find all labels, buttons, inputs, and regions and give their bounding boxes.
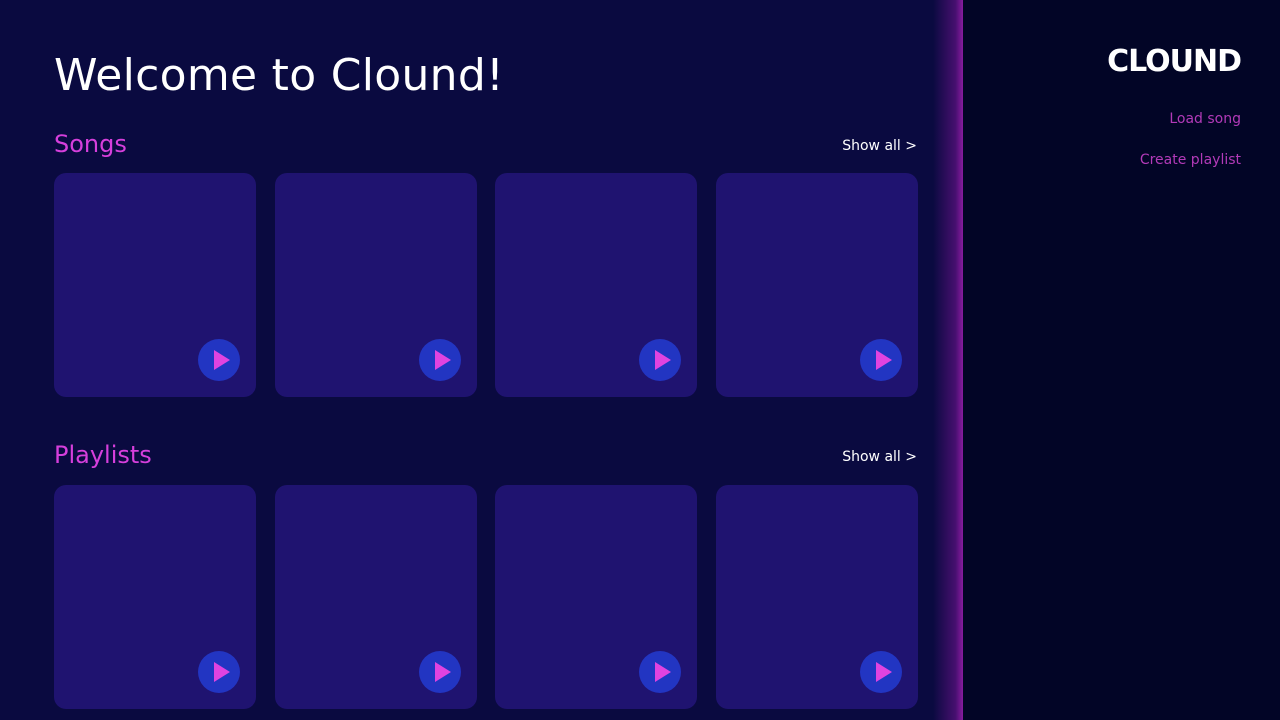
playlist-card[interactable] <box>495 485 697 709</box>
play-icon[interactable] <box>639 339 681 381</box>
section-title-songs: Songs <box>54 130 127 158</box>
songs-show-all-link[interactable]: Show all > <box>842 138 917 154</box>
song-card[interactable] <box>275 173 477 397</box>
play-icon[interactable] <box>419 651 461 693</box>
play-icon[interactable] <box>860 339 902 381</box>
load-song-link[interactable]: Load song <box>1169 111 1241 127</box>
page-title: Welcome to Clound! <box>54 50 505 101</box>
playlist-card[interactable] <box>275 485 477 709</box>
main-content: Welcome to Clound! Songs Show all > Play… <box>0 0 963 720</box>
play-icon[interactable] <box>419 339 461 381</box>
play-icon[interactable] <box>860 651 902 693</box>
play-icon[interactable] <box>198 651 240 693</box>
play-icon[interactable] <box>198 339 240 381</box>
sidebar: CLOUND Load song Create playlist <box>963 0 1280 720</box>
logo: CLOUND <box>1107 44 1242 79</box>
playlist-card[interactable] <box>716 485 918 709</box>
create-playlist-link[interactable]: Create playlist <box>1140 152 1241 168</box>
app: Welcome to Clound! Songs Show all > Play… <box>0 0 1280 720</box>
play-icon[interactable] <box>639 651 681 693</box>
playlists-row <box>54 485 918 709</box>
song-card[interactable] <box>716 173 918 397</box>
song-card[interactable] <box>495 173 697 397</box>
songs-row <box>54 173 918 397</box>
section-title-playlists: Playlists <box>54 441 152 469</box>
sidebar-divider-glow <box>933 0 963 720</box>
song-card[interactable] <box>54 173 256 397</box>
playlists-show-all-link[interactable]: Show all > <box>842 449 917 465</box>
playlist-card[interactable] <box>54 485 256 709</box>
